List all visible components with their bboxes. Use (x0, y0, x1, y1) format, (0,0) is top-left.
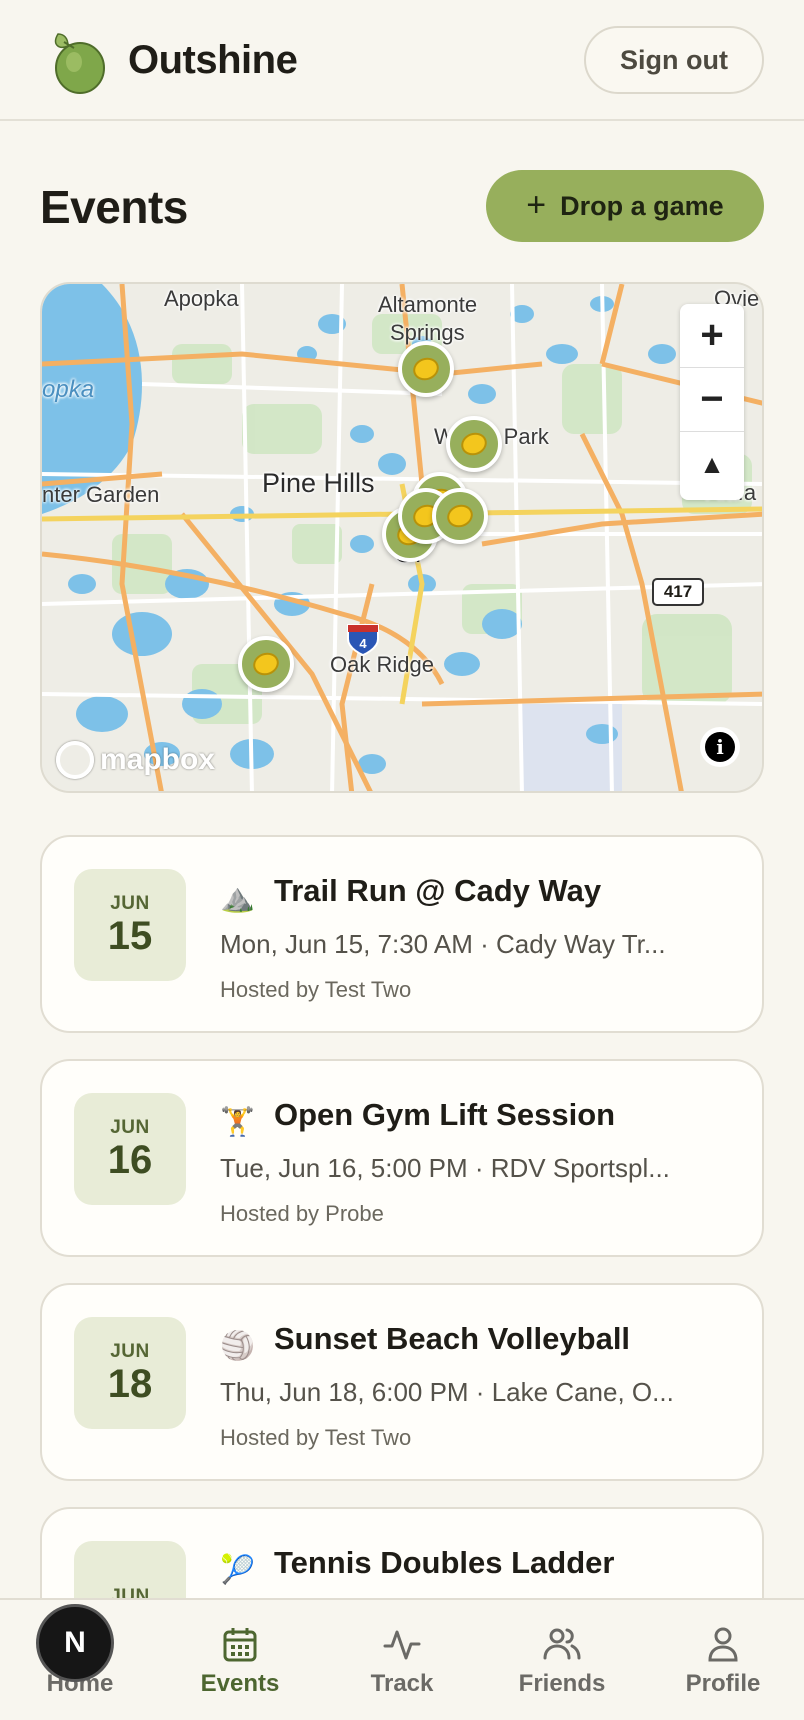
map-label-lake: opka (42, 376, 95, 403)
event-month: JUN (110, 893, 150, 914)
event-host: Hosted by Test Two (220, 977, 412, 1002)
map-label-pine-hills: Pine Hills (262, 468, 375, 498)
mountain-icon: ⛰️ (220, 882, 255, 913)
compass-icon: ▲ (699, 448, 725, 479)
map-pin[interactable] (238, 636, 294, 692)
interstate-number: 4 (359, 636, 367, 651)
lemon-icon (250, 649, 282, 679)
event-day: 18 (107, 1362, 153, 1406)
map-zoom-controls: + − ▲ (680, 304, 744, 500)
event-subtitle: Thu, Jun 18, 6:00 PM · Lake Cane, O... (220, 1377, 674, 1407)
nextjs-logo-icon: N (64, 1626, 86, 1659)
lemon-icon (410, 354, 442, 384)
profile-icon (708, 1627, 738, 1662)
map-label-apopka: Apopka (164, 286, 239, 311)
event-title: Sunset Beach Volleyball (274, 1321, 631, 1356)
sign-out-button[interactable]: Sign out (584, 26, 764, 94)
tennis-ball-icon: 🎾 (220, 1554, 255, 1585)
event-subtitle: Tue, Jun 16, 5:00 PM · RDV Sportspl... (220, 1153, 670, 1183)
weightlifter-icon: 🏋️ (220, 1106, 255, 1137)
friends-icon (543, 1628, 581, 1660)
compass-button[interactable]: ▲ (680, 432, 744, 496)
nav-track-label: Track (370, 1670, 434, 1697)
plus-icon: + (526, 185, 547, 224)
nav-friends-label: Friends (518, 1670, 606, 1697)
bottom-nav: Home Events Track Friends Profile (0, 1598, 804, 1720)
interstate-shield-icon: 4 (347, 624, 379, 657)
activity-pulse-icon (383, 1630, 421, 1660)
event-date-badge: JUN 15 (74, 869, 186, 981)
zoom-in-button[interactable]: + (680, 304, 744, 368)
calendar-icon (223, 1628, 257, 1662)
app-title: Outshine (128, 38, 298, 82)
nextjs-dev-badge[interactable]: N (36, 1604, 114, 1682)
nav-profile-label: Profile (685, 1670, 761, 1697)
event-title: Open Gym Lift Session (274, 1097, 616, 1132)
nav-events-label: Events (200, 1670, 280, 1697)
map-label-altamonte: Altamonte (378, 292, 478, 317)
highway-417-shield: 417 (652, 578, 704, 606)
map-pin[interactable] (432, 488, 488, 544)
nav-track[interactable]: Track (322, 1600, 482, 1720)
page-title: Events (40, 181, 188, 233)
event-host: Hosted by Test Two (220, 1425, 412, 1450)
event-month: JUN (110, 1117, 150, 1138)
event-host: Hosted by Probe (220, 1201, 384, 1226)
event-card[interactable]: JUN 15 ⛰️ Trail Run @ Cady Way Mon, Jun … (40, 835, 764, 1033)
nav-events[interactable]: Events (160, 1600, 320, 1720)
event-day: 16 (107, 1138, 153, 1182)
volleyball-icon: 🏐 (220, 1330, 255, 1361)
drop-a-game-button[interactable]: + Drop a game (486, 170, 764, 242)
mapbox-attribution[interactable]: mapbox (56, 740, 215, 780)
lemon-icon (458, 429, 490, 459)
app-header: Outshine Sign out (0, 0, 804, 121)
event-card[interactable]: JUN 16 🏋️ Open Gym Lift Session Tue, Jun… (40, 1059, 764, 1257)
map-label-winter-garden: nter Garden (42, 482, 160, 507)
zoom-out-button[interactable]: − (680, 368, 744, 432)
map-pin[interactable] (398, 341, 454, 397)
event-card[interactable]: JUN 18 🏐 Sunset Beach Volleyball Thu, Ju… (40, 1283, 764, 1481)
event-month: JUN (110, 1341, 150, 1362)
lime-logo-icon (54, 33, 105, 94)
event-date-badge: JUN 18 (74, 1317, 186, 1429)
info-icon: i (705, 732, 735, 762)
map-info-button[interactable]: i (700, 727, 740, 767)
mapbox-logo-icon (56, 741, 94, 779)
event-date-badge: JUN 16 (74, 1093, 186, 1205)
lemon-icon (444, 501, 476, 531)
map-pin[interactable] (446, 416, 502, 472)
event-day: 15 (107, 914, 153, 958)
nav-profile[interactable]: Profile (643, 1600, 803, 1720)
nav-friends[interactable]: Friends (482, 1600, 642, 1720)
event-title: Tennis Doubles Ladder (274, 1545, 615, 1580)
event-subtitle: Mon, Jun 15, 7:30 AM · Cady Way Tr... (220, 929, 666, 959)
events-map[interactable]: Apopka Altamonte Springs Ovie opka Winte… (40, 282, 764, 793)
drop-a-game-label: Drop a game (560, 190, 724, 221)
event-title: Trail Run @ Cady Way (274, 873, 602, 908)
mapbox-logo-text: mapbox (100, 743, 216, 776)
